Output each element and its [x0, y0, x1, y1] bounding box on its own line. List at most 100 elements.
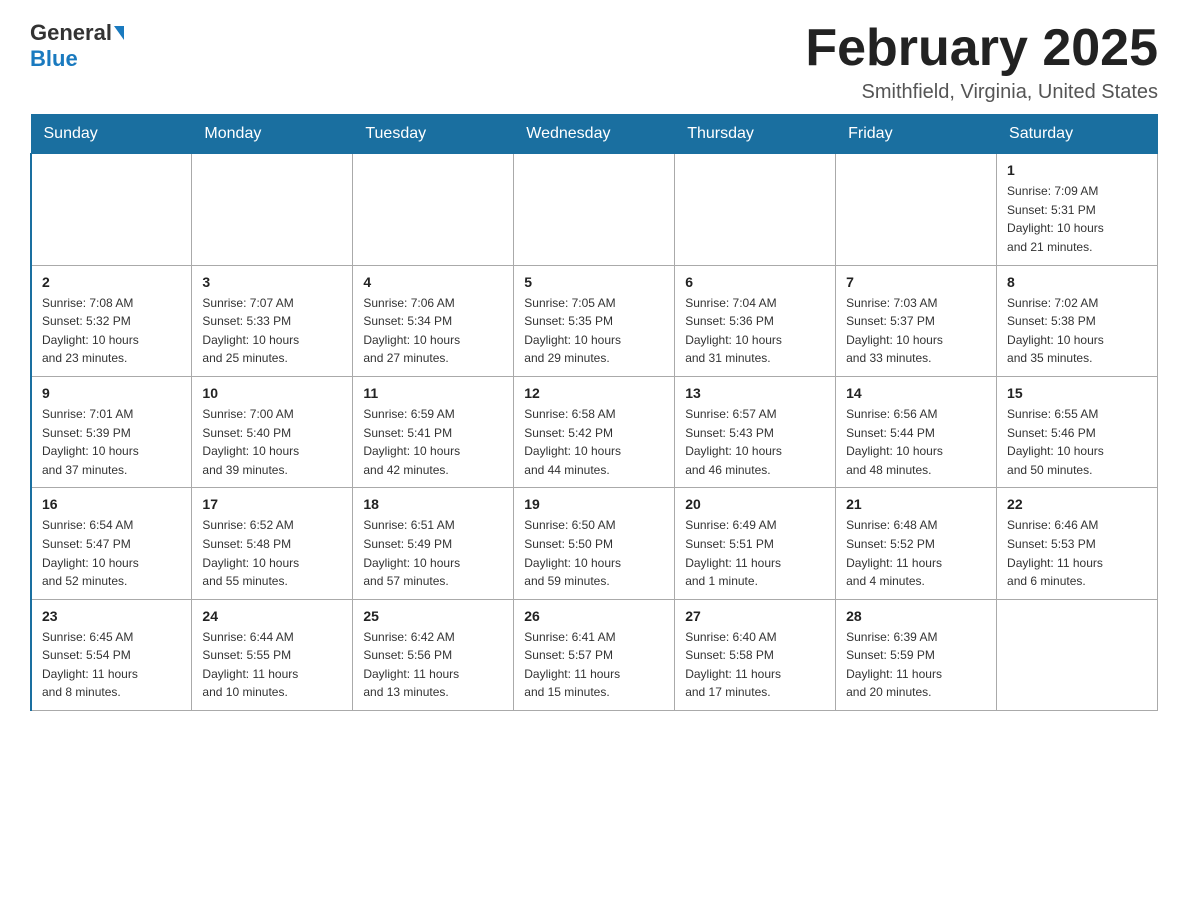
day-number: 23 [42, 608, 181, 624]
calendar-row: 23Sunrise: 6:45 AM Sunset: 5:54 PM Dayli… [31, 599, 1158, 710]
calendar-cell: 13 Sunrise: 6:57 AM Sunset: 5:43 PM Dayli… [675, 376, 836, 487]
day-number: 9 [42, 385, 181, 401]
day-of-week-header: Wednesday [514, 115, 675, 154]
day-number: 14 [846, 385, 986, 401]
calendar-cell: 19 Sunrise: 6:50 AM Sunset: 5:50 PM Dayli… [514, 488, 675, 599]
calendar-cell [997, 599, 1158, 710]
calendar-cell [192, 154, 353, 265]
calendar-cell: 3 Sunrise: 7:07 AM Sunset: 5:33 PM Daylig… [192, 265, 353, 376]
calendar-cell: 22Sunrise: 6:46 AM Sunset: 5:53 PM Dayli… [997, 488, 1158, 599]
calendar-cell: 12 Sunrise: 6:58 AM Sunset: 5:42 PM Dayli… [514, 376, 675, 487]
day-number: 19 [524, 496, 664, 512]
calendar-header: SundayMondayTuesdayWednesdayThursdayFrid… [31, 115, 1158, 154]
calendar-cell: 14 Sunrise: 6:56 AM Sunset: 5:44 PM Dayli… [836, 376, 997, 487]
day-info: Sunrise: 6:50 AM Sunset: 5:50 PM Dayligh… [524, 516, 664, 590]
day-number: 24 [202, 608, 342, 624]
day-info: Sunrise: 6:56 AM Sunset: 5:44 PM Dayligh… [846, 405, 986, 479]
day-info: Sunrise: 6:54 AM Sunset: 5:47 PM Dayligh… [42, 516, 181, 590]
day-info: Sunrise: 7:05 AM Sunset: 5:35 PM Dayligh… [524, 294, 664, 368]
calendar-cell: 9 Sunrise: 7:01 AM Sunset: 5:39 PM Daylig… [31, 376, 192, 487]
logo-arrow-icon [114, 26, 124, 40]
day-number: 4 [363, 274, 503, 290]
logo-general-text: General [30, 20, 112, 46]
day-info: Sunrise: 7:00 AM Sunset: 5:40 PM Dayligh… [202, 405, 342, 479]
calendar-cell: 11 Sunrise: 6:59 AM Sunset: 5:41 PM Dayli… [353, 376, 514, 487]
calendar-cell: 23Sunrise: 6:45 AM Sunset: 5:54 PM Dayli… [31, 599, 192, 710]
location-text: Smithfield, Virginia, United States [805, 81, 1158, 104]
day-number: 16 [42, 496, 181, 512]
day-of-week-header: Saturday [997, 115, 1158, 154]
calendar-row: 16 Sunrise: 6:54 AM Sunset: 5:47 PM Dayli… [31, 488, 1158, 599]
day-number: 25 [363, 608, 503, 624]
day-number: 27 [685, 608, 825, 624]
day-number: 2 [42, 274, 181, 290]
day-number: 7 [846, 274, 986, 290]
day-number: 18 [363, 496, 503, 512]
calendar-cell: 26 Sunrise: 6:41 AM Sunset: 5:57 PM Dayli… [514, 599, 675, 710]
day-of-week-header: Friday [836, 115, 997, 154]
day-info: Sunrise: 6:42 AM Sunset: 5:56 PM Dayligh… [363, 628, 503, 702]
day-number: 11 [363, 385, 503, 401]
day-info: Sunrise: 6:52 AM Sunset: 5:48 PM Dayligh… [202, 516, 342, 590]
day-info: Sunrise: 7:07 AM Sunset: 5:33 PM Dayligh… [202, 294, 342, 368]
day-info: Sunrise: 6:49 AM Sunset: 5:51 PM Dayligh… [685, 516, 825, 590]
logo: General Blue [30, 20, 126, 72]
calendar-cell: 6Sunrise: 7:04 AM Sunset: 5:36 PM Daylig… [675, 265, 836, 376]
day-info: Sunrise: 7:01 AM Sunset: 5:39 PM Dayligh… [42, 405, 181, 479]
day-info: Sunrise: 6:40 AM Sunset: 5:58 PM Dayligh… [685, 628, 825, 702]
calendar-cell: 24 Sunrise: 6:44 AM Sunset: 5:55 PM Dayli… [192, 599, 353, 710]
day-of-week-header: Thursday [675, 115, 836, 154]
title-block: February 2025 Smithfield, Virginia, Unit… [805, 20, 1158, 104]
day-info: Sunrise: 6:59 AM Sunset: 5:41 PM Dayligh… [363, 405, 503, 479]
day-number: 15 [1007, 385, 1147, 401]
day-info: Sunrise: 6:55 AM Sunset: 5:46 PM Dayligh… [1007, 405, 1147, 479]
day-number: 21 [846, 496, 986, 512]
calendar-cell: 8 Sunrise: 7:02 AM Sunset: 5:38 PM Daylig… [997, 265, 1158, 376]
day-info: Sunrise: 7:09 AM Sunset: 5:31 PM Dayligh… [1007, 182, 1147, 256]
day-info: Sunrise: 6:57 AM Sunset: 5:43 PM Dayligh… [685, 405, 825, 479]
calendar-body: 1 Sunrise: 7:09 AM Sunset: 5:31 PM Daylig… [31, 154, 1158, 711]
calendar-cell: 25 Sunrise: 6:42 AM Sunset: 5:56 PM Dayli… [353, 599, 514, 710]
day-info: Sunrise: 6:39 AM Sunset: 5:59 PM Dayligh… [846, 628, 986, 702]
calendar-row: 2 Sunrise: 7:08 AM Sunset: 5:32 PM Daylig… [31, 265, 1158, 376]
day-info: Sunrise: 6:41 AM Sunset: 5:57 PM Dayligh… [524, 628, 664, 702]
day-info: Sunrise: 6:51 AM Sunset: 5:49 PM Dayligh… [363, 516, 503, 590]
calendar-cell: 15 Sunrise: 6:55 AM Sunset: 5:46 PM Dayli… [997, 376, 1158, 487]
calendar-cell [836, 154, 997, 265]
calendar-cell [353, 154, 514, 265]
day-number: 12 [524, 385, 664, 401]
day-info: Sunrise: 7:04 AM Sunset: 5:36 PM Dayligh… [685, 294, 825, 368]
day-info: Sunrise: 6:48 AM Sunset: 5:52 PM Dayligh… [846, 516, 986, 590]
day-info: Sunrise: 7:08 AM Sunset: 5:32 PM Dayligh… [42, 294, 181, 368]
day-number: 26 [524, 608, 664, 624]
calendar-cell: 17 Sunrise: 6:52 AM Sunset: 5:48 PM Dayli… [192, 488, 353, 599]
day-of-week-header: Sunday [31, 115, 192, 154]
day-number: 1 [1007, 162, 1147, 178]
day-info: Sunrise: 7:03 AM Sunset: 5:37 PM Dayligh… [846, 294, 986, 368]
calendar-cell: 20 Sunrise: 6:49 AM Sunset: 5:51 PM Dayli… [675, 488, 836, 599]
calendar-row: 1 Sunrise: 7:09 AM Sunset: 5:31 PM Daylig… [31, 154, 1158, 265]
day-number: 13 [685, 385, 825, 401]
day-of-week-header: Monday [192, 115, 353, 154]
day-number: 3 [202, 274, 342, 290]
calendar-cell: 27 Sunrise: 6:40 AM Sunset: 5:58 PM Dayli… [675, 599, 836, 710]
page-header: General Blue February 2025 Smithfield, V… [30, 20, 1158, 104]
calendar-cell: 21 Sunrise: 6:48 AM Sunset: 5:52 PM Dayli… [836, 488, 997, 599]
day-info: Sunrise: 6:44 AM Sunset: 5:55 PM Dayligh… [202, 628, 342, 702]
day-number: 28 [846, 608, 986, 624]
day-number: 8 [1007, 274, 1147, 290]
calendar-cell [675, 154, 836, 265]
calendar-cell [514, 154, 675, 265]
day-info: Sunrise: 7:02 AM Sunset: 5:38 PM Dayligh… [1007, 294, 1147, 368]
day-info: Sunrise: 6:58 AM Sunset: 5:42 PM Dayligh… [524, 405, 664, 479]
month-title: February 2025 [805, 20, 1158, 77]
calendar-cell: 28 Sunrise: 6:39 AM Sunset: 5:59 PM Dayli… [836, 599, 997, 710]
calendar-cell: 16 Sunrise: 6:54 AM Sunset: 5:47 PM Dayli… [31, 488, 192, 599]
day-of-week-header: Tuesday [353, 115, 514, 154]
day-info: Sunrise: 7:06 AM Sunset: 5:34 PM Dayligh… [363, 294, 503, 368]
calendar-cell [31, 154, 192, 265]
day-number: 20 [685, 496, 825, 512]
calendar-cell: 18 Sunrise: 6:51 AM Sunset: 5:49 PM Dayli… [353, 488, 514, 599]
calendar-row: 9 Sunrise: 7:01 AM Sunset: 5:39 PM Daylig… [31, 376, 1158, 487]
day-number: 17 [202, 496, 342, 512]
